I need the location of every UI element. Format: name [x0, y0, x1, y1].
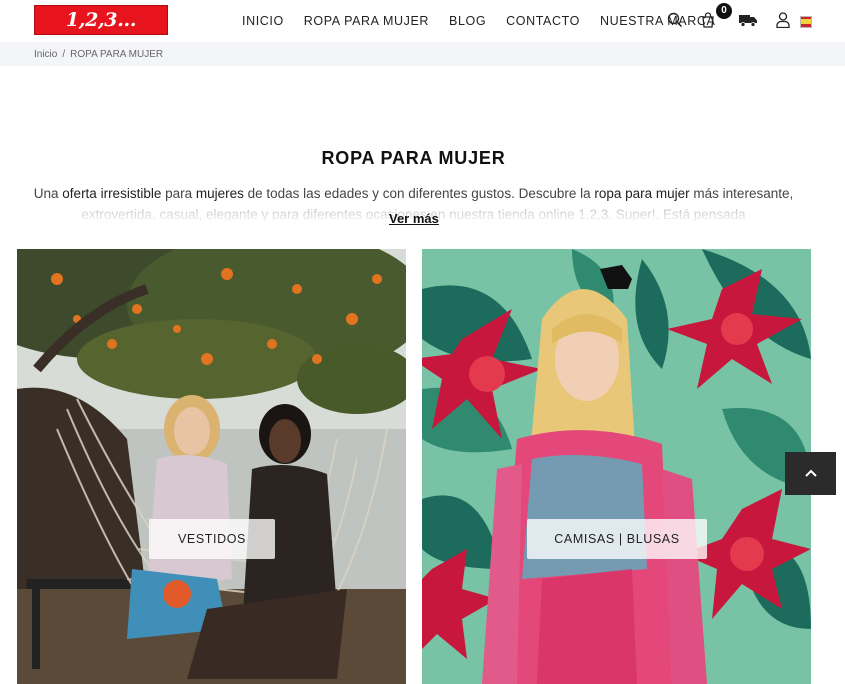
cart-count-badge: 0: [716, 3, 732, 19]
read-more-link[interactable]: Ver más: [389, 211, 439, 226]
breadcrumb-home[interactable]: Inicio: [34, 49, 57, 60]
vestidos-photo: [17, 249, 406, 684]
category-label-camisas-blusas[interactable]: CAMISAS | BLUSAS: [527, 519, 707, 559]
search-icon[interactable]: [665, 9, 685, 31]
scroll-to-top-button[interactable]: [785, 452, 836, 495]
cart-icon[interactable]: [698, 9, 718, 31]
site-header: 1,2,3... Super! INICIO ROPA PARA MUJER B…: [0, 0, 845, 59]
language-flag-icon[interactable]: [796, 11, 816, 33]
desc-bold-1: oferta irresistible: [62, 186, 162, 201]
truck-icon[interactable]: [738, 9, 758, 31]
desc-bold-3: ropa para mujer: [594, 186, 690, 201]
user-icon[interactable]: [773, 9, 793, 31]
camisas-blusas-photo: [422, 249, 811, 684]
category-card-vestidos[interactable]: VESTIDOS: [17, 249, 406, 684]
main-nav: INICIO ROPA PARA MUJER BLOG CONTACTO NUE…: [232, 0, 725, 42]
breadcrumb-current: ROPA PARA MUJER: [70, 48, 164, 60]
breadcrumb-separator: /: [62, 48, 66, 60]
desc-bold-2: mujeres: [195, 186, 244, 201]
nav-item-contacto[interactable]: CONTACTO: [506, 14, 580, 28]
category-label-vestidos[interactable]: VESTIDOS: [149, 519, 275, 559]
breadcrumb: Inicio / ROPA PARA MUJER: [0, 42, 845, 66]
page-title: ROPA PARA MUJER: [321, 148, 506, 168]
desc-text-3: de todas las edades y con diferentes gus…: [243, 186, 595, 201]
nav-item-inicio[interactable]: INICIO: [242, 14, 284, 28]
site-logo[interactable]: 1,2,3... Super!: [34, 5, 168, 59]
category-card-camisas-blusas[interactable]: CAMISAS | BLUSAS: [422, 249, 811, 684]
desc-text-2: para: [161, 186, 196, 201]
chevron-up-icon: [804, 465, 818, 483]
nav-item-ropa-para-mujer[interactable]: ROPA PARA MUJER: [304, 14, 429, 28]
desc-text-1: Una: [33, 186, 63, 201]
nav-item-blog[interactable]: BLOG: [449, 14, 486, 28]
